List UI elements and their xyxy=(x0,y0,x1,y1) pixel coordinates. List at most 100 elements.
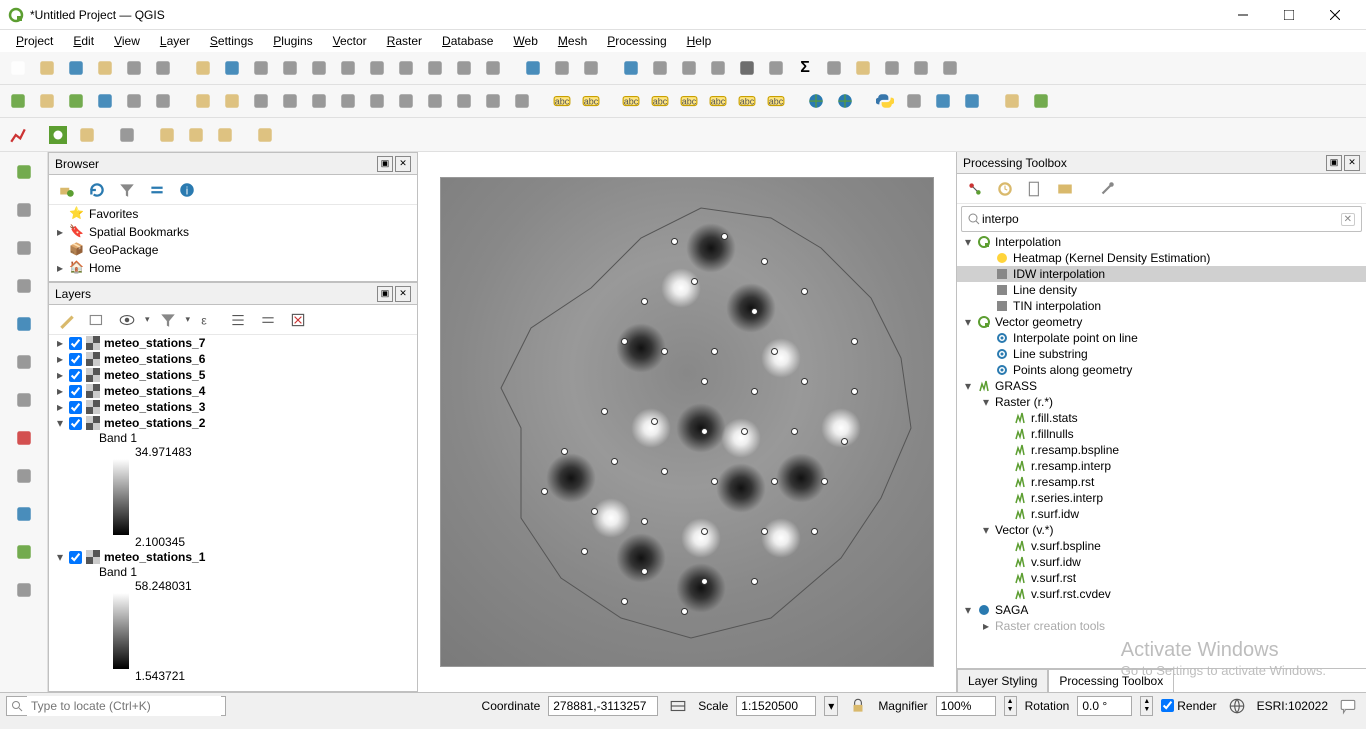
menu-layer[interactable]: Layer xyxy=(152,32,198,50)
add-feature-icon[interactable] xyxy=(278,89,302,113)
label-tool-1-icon[interactable]: abc xyxy=(579,89,603,113)
new-print-layout-icon[interactable] xyxy=(93,56,117,80)
layer-visibility-checkbox[interactable] xyxy=(69,551,82,564)
toolbox-item[interactable]: ▾SAGA xyxy=(957,602,1366,618)
browser-item[interactable]: ⭐Favorites xyxy=(49,205,417,223)
toolbox-item[interactable]: v.surf.rst.cvdev xyxy=(957,586,1366,602)
menu-database[interactable]: Database xyxy=(434,32,501,50)
stats-icon[interactable] xyxy=(735,56,759,80)
zoom-out-icon[interactable] xyxy=(278,56,302,80)
label-ctrl-4-icon[interactable]: abc xyxy=(735,89,759,113)
cut-features-icon[interactable] xyxy=(394,89,418,113)
zoom-last-icon[interactable] xyxy=(394,56,418,80)
toolbox-search[interactable]: ✕ xyxy=(961,206,1362,232)
label-ctrl-0-icon[interactable]: abc xyxy=(619,89,643,113)
model-icon[interactable] xyxy=(963,177,987,201)
layers-undock-button[interactable]: ▣ xyxy=(377,286,393,302)
new-map-view-icon[interactable] xyxy=(452,56,476,80)
scale-input[interactable] xyxy=(736,696,816,716)
remove-layer-icon[interactable] xyxy=(286,308,310,332)
collapse-all-layers-icon[interactable] xyxy=(256,308,280,332)
add-vector-icon[interactable] xyxy=(6,89,30,113)
zoom-next-icon[interactable] xyxy=(423,56,447,80)
map-tips-icon[interactable] xyxy=(851,56,875,80)
toolbox-item[interactable]: r.resamp.rst xyxy=(957,474,1366,490)
wms-icon[interactable] xyxy=(10,500,38,528)
map-canvas[interactable] xyxy=(418,152,956,692)
wfs-icon[interactable] xyxy=(10,538,38,566)
node-tool-icon[interactable] xyxy=(336,89,360,113)
options-icon[interactable] xyxy=(1095,177,1119,201)
undo-icon[interactable] xyxy=(481,89,505,113)
vector-layer-icon[interactable] xyxy=(10,158,38,186)
manage-visibility-icon[interactable] xyxy=(115,308,139,332)
layer-item[interactable]: ▸meteo_stations_5 xyxy=(49,367,417,383)
copy-3-icon[interactable] xyxy=(213,123,237,147)
toggle-extents-icon[interactable] xyxy=(666,694,690,718)
toolbox-item[interactable]: ▾GRASS xyxy=(957,378,1366,394)
label-tool-0-icon[interactable]: abc xyxy=(550,89,574,113)
layer-visibility-checkbox[interactable] xyxy=(69,417,82,430)
layer-item[interactable]: ▾meteo_stations_1 xyxy=(49,549,417,565)
postgis-icon[interactable] xyxy=(10,310,38,338)
style-icon[interactable] xyxy=(55,308,79,332)
toolbox-item[interactable]: Interpolate point on line xyxy=(957,330,1366,346)
xyz-icon[interactable] xyxy=(10,576,38,604)
select-tool-icon[interactable] xyxy=(115,123,139,147)
open-project-icon[interactable] xyxy=(35,56,59,80)
toolbox-item[interactable]: r.resamp.bspline xyxy=(957,442,1366,458)
new-memory-icon[interactable] xyxy=(122,89,146,113)
crs-icon[interactable] xyxy=(1225,694,1249,718)
rotation-input[interactable] xyxy=(1077,696,1132,716)
osm-import-icon[interactable] xyxy=(833,89,857,113)
measure-icon[interactable] xyxy=(764,56,788,80)
temporal-nav-icon[interactable] xyxy=(579,56,603,80)
locator-bar[interactable] xyxy=(6,696,226,716)
plugin-4-icon[interactable] xyxy=(1029,89,1053,113)
add-group-icon[interactable] xyxy=(85,308,109,332)
layer-item[interactable]: ▸meteo_stations_4 xyxy=(49,383,417,399)
identify-icon[interactable] xyxy=(619,56,643,80)
temporal-controller-icon[interactable] xyxy=(550,56,574,80)
toolbox-item[interactable]: r.series.interp xyxy=(957,490,1366,506)
toolbox-item[interactable]: ▸Raster creation tools xyxy=(957,618,1366,634)
help-icon[interactable] xyxy=(960,89,984,113)
menu-help[interactable]: Help xyxy=(679,32,720,50)
save-project-icon[interactable] xyxy=(64,56,88,80)
plugin-2-icon[interactable] xyxy=(931,89,955,113)
properties-icon[interactable]: i xyxy=(175,178,199,202)
raster-layer-icon[interactable] xyxy=(10,196,38,224)
results-icon[interactable] xyxy=(1053,177,1077,201)
browser-item[interactable]: ▸🔖Spatial Bookmarks xyxy=(49,223,417,241)
oracle-icon[interactable] xyxy=(10,424,38,452)
label-ctrl-1-icon[interactable]: abc xyxy=(648,89,672,113)
toolbox-item[interactable]: v.surf.rst xyxy=(957,570,1366,586)
redo-icon[interactable] xyxy=(510,89,534,113)
menu-mesh[interactable]: Mesh xyxy=(550,32,595,50)
layer-visibility-checkbox[interactable] xyxy=(69,401,82,414)
statistics-icon[interactable]: Σ xyxy=(793,56,817,80)
save-edits-icon[interactable] xyxy=(249,89,273,113)
toolbox-item[interactable]: r.resamp.interp xyxy=(957,458,1366,474)
expression-filter-icon[interactable]: ε xyxy=(196,308,220,332)
magnifier-input[interactable] xyxy=(936,696,996,716)
toolbox-item[interactable]: IDW interpolation xyxy=(957,266,1366,282)
measure-line-icon[interactable] xyxy=(822,56,846,80)
delimited-text-icon[interactable] xyxy=(10,272,38,300)
layers-tree[interactable]: ▸meteo_stations_7▸meteo_stations_6▸meteo… xyxy=(49,335,417,691)
new-bookmark-icon[interactable] xyxy=(880,56,904,80)
menu-view[interactable]: View xyxy=(106,32,148,50)
menu-processing[interactable]: Processing xyxy=(599,32,674,50)
toolbox-item[interactable]: Line substring xyxy=(957,346,1366,362)
filter-icon[interactable] xyxy=(115,178,139,202)
add-raster-icon[interactable] xyxy=(35,89,59,113)
python-console-icon[interactable] xyxy=(873,89,897,113)
render-checkbox[interactable] xyxy=(1161,699,1174,712)
browser-close-button[interactable]: ✕ xyxy=(395,156,411,172)
maximize-button[interactable] xyxy=(1266,0,1312,30)
toolbox-item[interactable]: ▾Vector geometry xyxy=(957,314,1366,330)
clear-search-icon[interactable]: ✕ xyxy=(1341,213,1355,226)
menu-edit[interactable]: Edit xyxy=(65,32,102,50)
add-layer-icon[interactable] xyxy=(55,178,79,202)
virtual-layer-icon[interactable] xyxy=(10,462,38,490)
